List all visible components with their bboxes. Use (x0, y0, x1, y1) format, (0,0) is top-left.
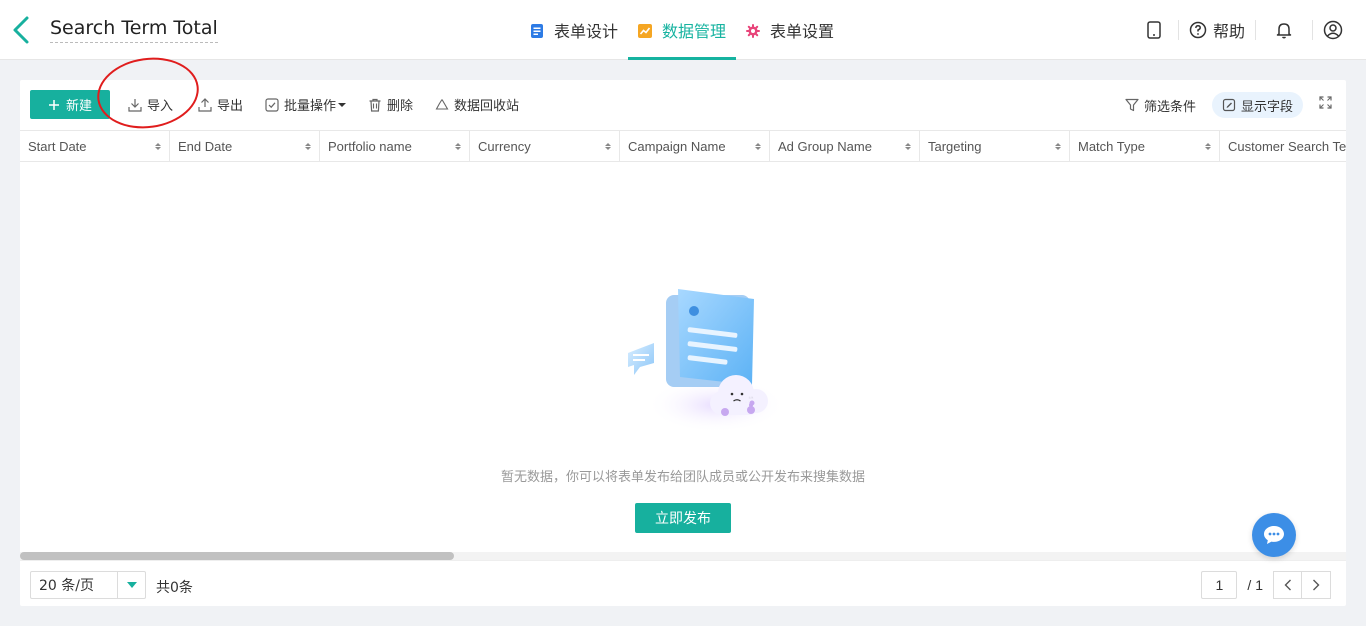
show-fields-label: 显示字段 (1240, 99, 1293, 115)
pagination-footer: 20 条/页 共0条 1 / 1 (20, 560, 1346, 606)
import-label: 导入 (147, 99, 174, 114)
page-size-value: 20 条/页 (39, 578, 94, 594)
checkbox-icon (265, 97, 279, 112)
sort-icon[interactable] (305, 143, 311, 150)
column-header-label: Currency (478, 139, 531, 154)
column-header[interactable]: Ad Group Name (770, 131, 920, 161)
chart-icon (638, 23, 653, 38)
user-avatar-icon[interactable] (1323, 20, 1343, 40)
gear-icon (746, 23, 761, 38)
caret-down-icon (338, 102, 347, 107)
form-title[interactable]: Search Term Total (50, 17, 218, 43)
sort-icon[interactable] (605, 143, 611, 150)
tab-label: 表单设计 (554, 22, 619, 41)
batch-label: 批量操作 (284, 99, 337, 114)
prev-page-button[interactable] (1273, 571, 1302, 599)
new-label: 新建 (65, 99, 92, 114)
column-header[interactable]: Match Type (1070, 131, 1220, 161)
form-icon (530, 23, 544, 38)
export-label: 导出 (217, 99, 244, 114)
delete-button[interactable]: 删除 (368, 90, 413, 119)
fullscreen-icon[interactable] (1319, 96, 1332, 114)
delete-label: 删除 (387, 99, 414, 114)
publish-now-button[interactable]: 立即发布 (635, 503, 731, 533)
table-header: Start Date End Date Portfolio name Currency… (20, 130, 1346, 162)
top-header: Search Term Total 表单设计 数据管理 表单设置 帮助 (0, 0, 1366, 60)
chevron-left-icon (1284, 579, 1291, 591)
sort-icon[interactable] (1055, 143, 1061, 150)
toolbar-right: 筛选条件 显示字段 (1125, 80, 1346, 130)
sort-icon[interactable] (1205, 143, 1211, 150)
column-header-label: Campaign Name (628, 139, 726, 154)
horizontal-scrollbar[interactable] (20, 552, 1346, 560)
chat-support-button[interactable] (1252, 513, 1296, 557)
total-pages: / 1 (1247, 577, 1263, 593)
help-icon (1189, 21, 1207, 39)
sort-icon[interactable] (755, 143, 761, 150)
divider (1255, 20, 1256, 40)
column-header[interactable]: End Date (170, 131, 320, 161)
help-button[interactable]: 帮助 (1189, 18, 1245, 42)
filter-icon (1125, 98, 1139, 112)
column-header-label: End Date (178, 139, 233, 154)
column-header[interactable]: Portfolio name (320, 131, 470, 161)
data-card: 新建 导入 导出 批量操作 删除 数据回收站 筛选条件 显示字段 Start D… (20, 51, 1346, 606)
column-header-label: Start Date (28, 139, 87, 154)
trash-icon (369, 98, 381, 112)
bell-icon[interactable] (1276, 21, 1292, 39)
page-size-select[interactable]: 20 条/页 (30, 571, 146, 599)
pager: 1 / 1 (1201, 571, 1331, 599)
batch-actions-dropdown[interactable]: 批量操作 (265, 90, 351, 119)
tab-data-management[interactable]: 数据管理 (628, 0, 737, 60)
back-arrow-icon[interactable] (10, 14, 34, 46)
tab-form-design[interactable]: 表单设计 (520, 0, 628, 60)
next-page-button[interactable] (1302, 571, 1331, 599)
chat-bubble-icon (1264, 526, 1284, 544)
divider (1177, 20, 1179, 40)
tab-form-settings[interactable]: 表单设置 (736, 0, 844, 60)
import-button[interactable]: 导入 (128, 90, 173, 119)
empty-message: 暂无数据，你可以将表单发布给团队成员或公开发布来搜集数据 (500, 470, 865, 485)
filter-button[interactable]: 筛选条件 (1125, 96, 1196, 115)
help-label: 帮助 (1212, 22, 1245, 41)
download-icon (128, 98, 142, 112)
recycle-bin-button[interactable]: 数据回收站 (435, 90, 519, 119)
column-header[interactable]: Currency (470, 131, 620, 161)
mobile-preview-icon[interactable] (1146, 21, 1162, 39)
sort-icon[interactable] (155, 143, 161, 150)
recycle-icon (435, 98, 449, 110)
column-header-label: Targeting (928, 139, 982, 154)
page-number-input[interactable]: 1 (1201, 571, 1238, 599)
scrollbar-thumb[interactable] (20, 552, 454, 560)
total-count: 共0条 (156, 580, 193, 596)
divider (1312, 20, 1313, 40)
chevron-right-icon (1313, 579, 1320, 591)
chevron-down-icon[interactable] (117, 572, 145, 598)
header-tools: 帮助 (1146, 0, 1366, 60)
column-header-label: Portfolio name (328, 139, 412, 154)
column-header-label: Match Type (1078, 139, 1145, 154)
main-tabs: 表单设计 数据管理 表单设置 (520, 0, 844, 60)
upload-icon (198, 97, 212, 112)
new-button[interactable]: 新建 (30, 90, 110, 119)
plus-icon (48, 99, 59, 110)
tab-label: 表单设置 (770, 22, 835, 41)
export-button[interactable]: 导出 (198, 90, 243, 119)
sort-icon[interactable] (455, 143, 461, 150)
column-header[interactable]: Customer Search Te... (1220, 131, 1346, 161)
show-fields-button[interactable]: 显示字段 (1211, 92, 1303, 118)
column-header[interactable]: Start Date (20, 131, 170, 161)
empty-illustration (606, 285, 786, 435)
filter-label: 筛选条件 (1143, 99, 1196, 115)
column-header[interactable]: Targeting (920, 131, 1070, 161)
column-header-label: Customer Search Te... (1228, 139, 1346, 154)
recycle-label: 数据回收站 (454, 99, 520, 114)
sort-icon[interactable] (905, 143, 911, 150)
toolbar: 新建 导入 导出 批量操作 删除 数据回收站 筛选条件 显示字段 (20, 51, 1346, 135)
column-header[interactable]: Campaign Name (620, 131, 770, 161)
fields-icon (1222, 98, 1236, 112)
column-header-label: Ad Group Name (778, 139, 872, 154)
tab-label: 数据管理 (662, 22, 727, 41)
